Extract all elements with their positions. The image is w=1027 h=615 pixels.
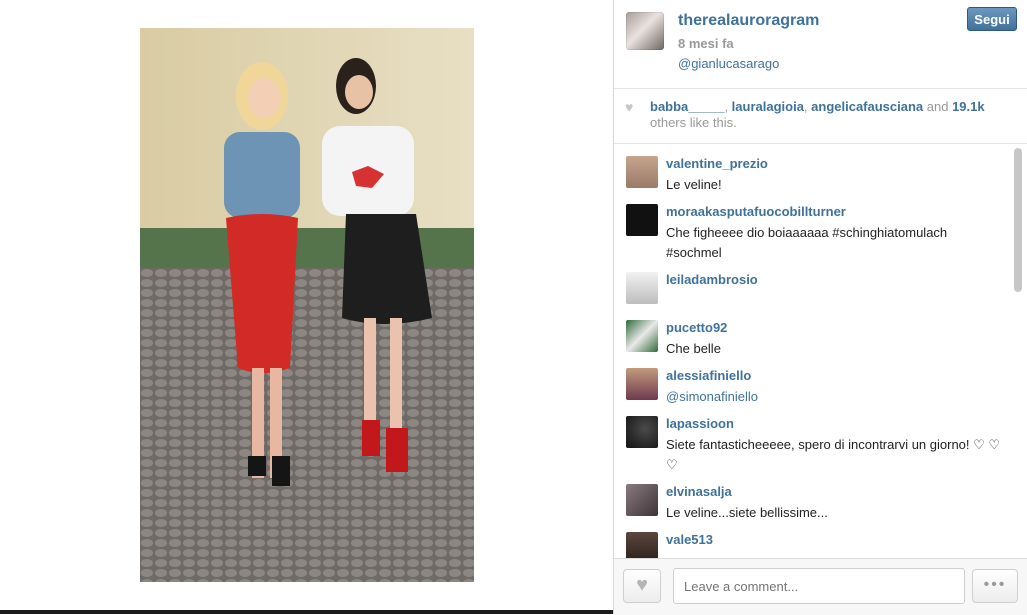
commenter-avatar[interactable]: [626, 368, 658, 400]
post-photo[interactable]: [140, 28, 474, 582]
comment-footer: ♥ •••: [614, 558, 1027, 615]
comment-username[interactable]: elvinasalja: [666, 484, 732, 499]
heart-icon: ♥: [625, 99, 634, 115]
media-pane: [0, 0, 613, 614]
comment-text: Siete fantasticheeeee, spero di incontra…: [666, 437, 1001, 472]
author-username[interactable]: therealauroragram: [678, 12, 819, 30]
commenter-avatar[interactable]: [626, 156, 658, 188]
comment-username[interactable]: valentine_prezio: [666, 156, 768, 171]
comment-text: Le veline...siete bellissime...: [666, 505, 828, 520]
post-timestamp[interactable]: 8 mesi fa: [678, 36, 734, 51]
likes-section: ♥ babba_____, lauralagioia, angelicafaus…: [614, 89, 1027, 144]
photo-illustration: [140, 28, 474, 582]
commenter-avatar[interactable]: [626, 532, 658, 558]
comment-username[interactable]: moraakasputafuocobillturner: [666, 204, 846, 219]
commenter-avatar[interactable]: [626, 272, 658, 304]
comment-username[interactable]: alessiafiniello: [666, 368, 751, 383]
bottom-shadow-strip: [0, 610, 613, 614]
comment-text: Le veline!: [666, 177, 722, 192]
comment-username[interactable]: lapassioon: [666, 416, 734, 431]
comment-text: Che belle: [666, 341, 721, 356]
likes-and: and: [923, 99, 953, 114]
post-sidebar: therealauroragram 8 mesi fa @gianlucasar…: [613, 0, 1027, 615]
comment-username[interactable]: pucetto92: [666, 320, 727, 335]
commenter-avatar[interactable]: [626, 416, 658, 448]
more-options-button[interactable]: •••: [972, 569, 1018, 603]
post-caption[interactable]: @gianlucasarago: [678, 56, 779, 71]
commenter-avatar[interactable]: [626, 204, 658, 236]
likes-suffix: others like this.: [650, 115, 737, 130]
scrollbar-thumb[interactable]: [1014, 148, 1022, 292]
comments-list[interactable]: valentine_prezio Le veline! moraakasputa…: [614, 144, 1027, 558]
comment-text: Che figheeee dio boiaaaaaa #schinghiatom…: [666, 225, 948, 260]
comment-username[interactable]: leiladambrosio: [666, 272, 758, 287]
author-avatar[interactable]: [626, 12, 664, 50]
comment-mention[interactable]: @simonafiniello: [666, 387, 1006, 407]
commenter-avatar[interactable]: [626, 320, 658, 352]
follow-button[interactable]: Segui: [967, 7, 1017, 31]
ellipsis-icon: •••: [983, 576, 1007, 593]
like-user[interactable]: babba_____: [650, 99, 724, 114]
likes-count[interactable]: 19.1k: [952, 99, 985, 114]
commenter-avatar[interactable]: [626, 484, 658, 516]
heart-icon: ♥: [636, 574, 648, 596]
like-user[interactable]: angelicafausciana: [811, 99, 923, 114]
post-header: therealauroragram 8 mesi fa @gianlucasar…: [614, 0, 1027, 89]
like-button[interactable]: ♥: [623, 569, 661, 603]
likes-separator: ,: [724, 99, 732, 114]
comments-scrollbar[interactable]: [1014, 148, 1022, 556]
like-user[interactable]: lauralagioia: [732, 99, 804, 114]
comment-username[interactable]: vale513: [666, 532, 713, 547]
likes-summary: babba_____, lauralagioia, angelicafausci…: [650, 99, 1010, 131]
comment-input[interactable]: [673, 568, 965, 604]
